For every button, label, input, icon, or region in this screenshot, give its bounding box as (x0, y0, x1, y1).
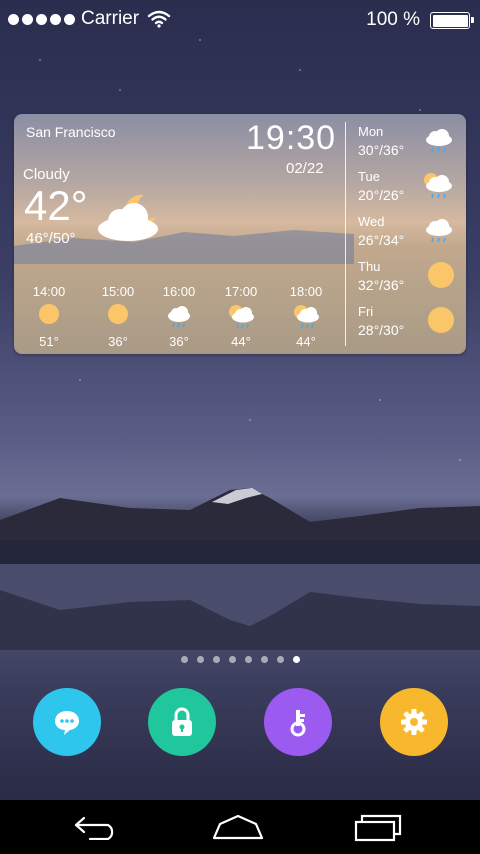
lock-app-button[interactable] (148, 688, 216, 756)
navigation-bar (0, 800, 480, 854)
daily-item: Fri 28°/30° (358, 304, 466, 348)
status-bar: Carrier 100 % (0, 0, 480, 38)
day-name: Tue (358, 169, 380, 184)
page-dot[interactable] (212, 656, 220, 663)
sun-icon (428, 307, 454, 336)
page-dot[interactable] (244, 656, 252, 663)
hourly-item: 15:00 36° (88, 284, 148, 349)
day-name: Thu (358, 259, 381, 274)
widget-divider (345, 122, 346, 346)
messages-app-button[interactable] (33, 688, 101, 756)
mountain-lake-landscape (0, 488, 480, 650)
sun-icon (428, 262, 454, 291)
hour-time: 17:00 (224, 284, 258, 299)
hourly-item: 14:00 51° (19, 284, 79, 349)
hour-time: 14:00 (32, 284, 66, 299)
page-dot[interactable] (276, 656, 284, 663)
cloud-rain-icon (424, 217, 454, 248)
hour-time: 18:00 (289, 284, 323, 299)
day-range: 28°/30° (358, 322, 405, 338)
hour-temp: 44° (296, 334, 316, 349)
city-name: San Francisco (26, 124, 116, 140)
battery-icon (430, 12, 474, 29)
padlock-icon (172, 707, 192, 736)
daily-item: Tue 20°/26° (358, 169, 466, 213)
sun-cloud-rain-icon (211, 304, 271, 332)
home-icon[interactable] (210, 812, 266, 840)
clock-time[interactable]: 19:30 (246, 119, 336, 158)
cloud-moon-icon (98, 194, 158, 241)
hour-temp: 36° (169, 334, 189, 349)
key-icon (290, 710, 306, 737)
daily-item: Wed 26°/34° (358, 214, 466, 258)
weather-widget[interactable]: San Francisco 19:30 02/22 Cloudy 42° 46°… (14, 114, 466, 354)
day-range: 32°/36° (358, 277, 405, 293)
cloud-rain-icon (149, 304, 209, 332)
hourly-item: 17:00 44° (211, 284, 271, 349)
day-name: Mon (358, 124, 384, 139)
temperature-range: 46°/50° (26, 230, 76, 247)
settings-app-button[interactable] (380, 688, 448, 756)
hour-temp: 36° (108, 334, 128, 349)
current-temperature: 42° (24, 182, 88, 229)
page-dot[interactable] (260, 656, 268, 663)
day-range: 26°/34° (358, 232, 405, 248)
page-dot[interactable] (196, 656, 204, 663)
sun-icon (88, 304, 148, 332)
sun-cloud-rain-icon (420, 172, 454, 203)
hourly-item: 16:00 36° (149, 284, 209, 349)
recents-icon[interactable] (352, 812, 404, 842)
day-range: 20°/26° (358, 187, 405, 203)
page-dot[interactable] (180, 656, 188, 663)
hour-time: 15:00 (101, 284, 135, 299)
clock-date: 02/22 (286, 160, 324, 177)
hour-temp: 44° (231, 334, 251, 349)
page-dot-active[interactable] (292, 656, 300, 663)
weather-condition: Cloudy (23, 166, 70, 183)
day-range: 30°/36° (358, 142, 405, 158)
carrier-label: Carrier (81, 8, 140, 29)
page-dot[interactable] (228, 656, 236, 663)
hourly-item: 18:00 44° (276, 284, 336, 349)
day-name: Wed (358, 214, 385, 229)
day-name: Fri (358, 304, 374, 319)
hour-temp: 51° (39, 334, 59, 349)
hour-time: 16:00 (162, 284, 196, 299)
sun-cloud-rain-icon (276, 304, 336, 332)
key-app-button[interactable] (264, 688, 332, 756)
daily-item: Thu 32°/36° (358, 259, 466, 303)
daily-item: Mon 30°/36° (358, 124, 466, 168)
chat-bubble-icon (55, 711, 79, 735)
page-indicator[interactable] (0, 656, 480, 663)
wifi-icon (147, 10, 171, 28)
cloud-rain-icon (424, 127, 454, 158)
back-arrow-icon[interactable] (72, 812, 122, 840)
signal-dots-icon (8, 13, 75, 25)
sun-icon (19, 304, 79, 332)
battery-percentage: 100 % (366, 9, 420, 30)
gear-icon (401, 709, 427, 735)
